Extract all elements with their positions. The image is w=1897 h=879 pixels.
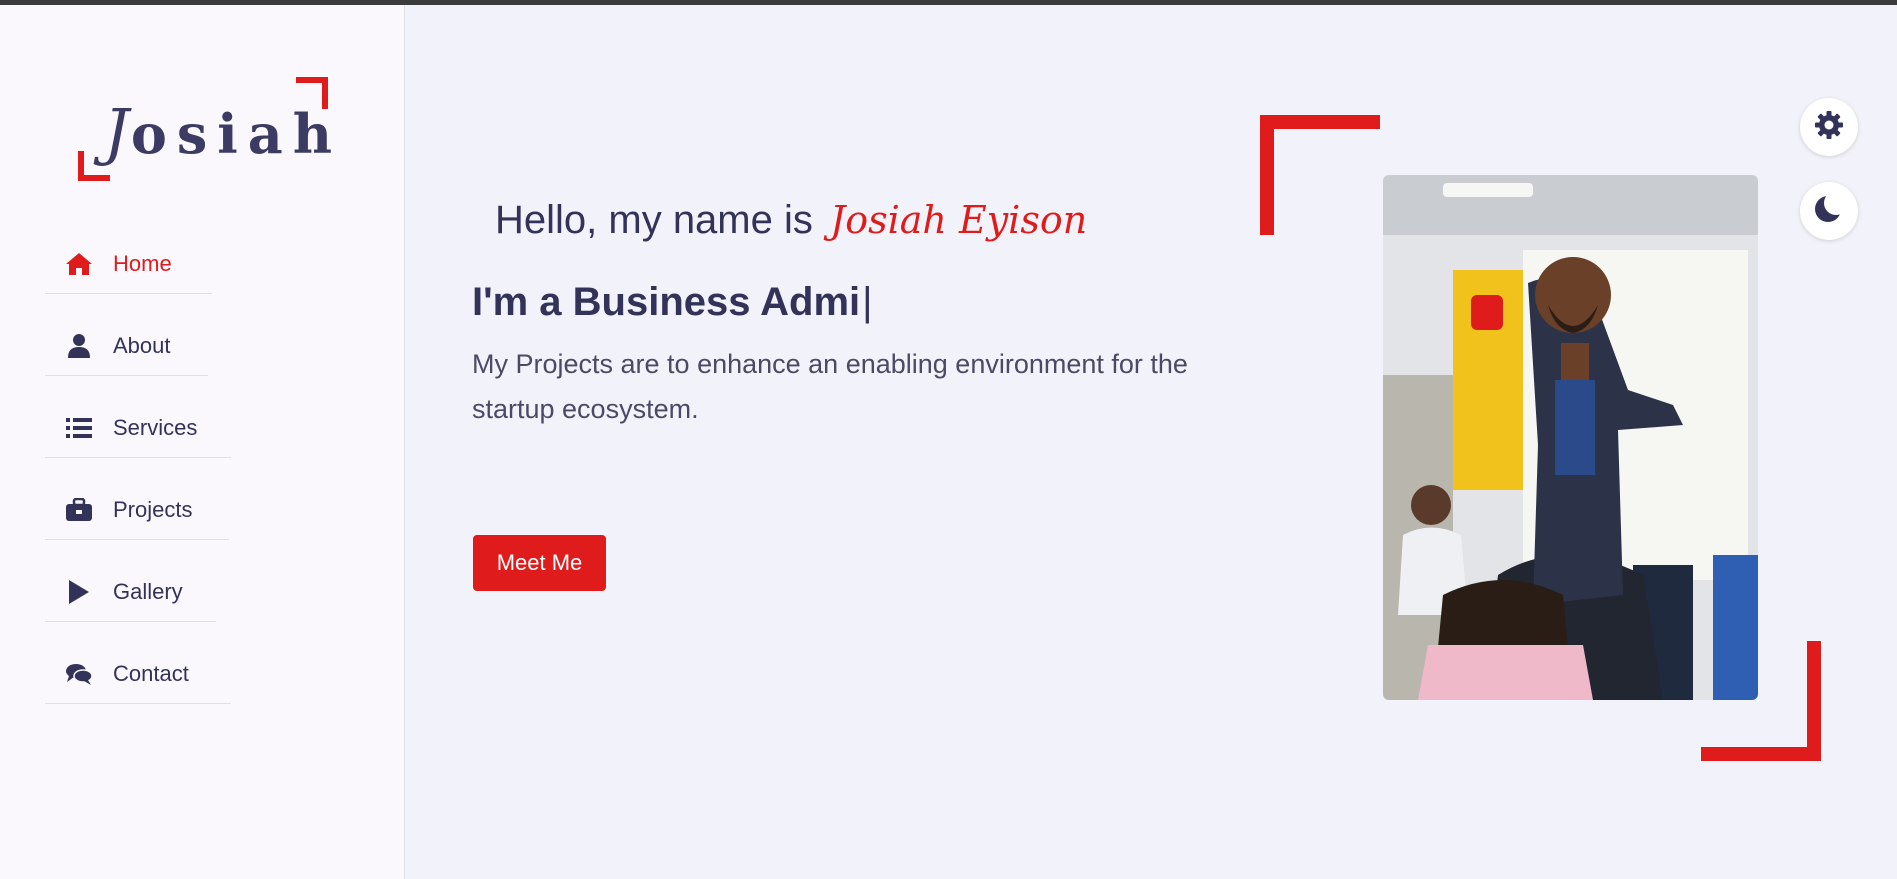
nav-item-label: Home — [113, 251, 172, 276]
moon-icon — [1814, 191, 1848, 228]
hero-greeting: Hello, my name is Josiah Eyison — [495, 198, 1087, 243]
nav-item-label: Services — [113, 415, 198, 440]
nav-item-home[interactable]: Home — [45, 235, 212, 294]
greeting-text: Hello, my name is — [495, 198, 813, 242]
nav-item-label: Projects — [113, 497, 193, 522]
typed-role: I'm a Business Admi| — [472, 280, 873, 325]
typed-role-text: I'm a Business Admi — [472, 280, 861, 324]
gear-icon — [1814, 110, 1844, 144]
home-icon — [65, 250, 93, 278]
play-icon — [65, 578, 93, 606]
list-icon — [65, 414, 93, 442]
nav-item-label: Contact — [113, 661, 189, 686]
nav-item-services[interactable]: Services — [45, 399, 231, 458]
logo-rest: osiah — [130, 102, 343, 166]
briefcase-icon — [65, 496, 93, 524]
nav-item-projects[interactable]: Projects — [45, 481, 229, 540]
nav-item-label: About — [113, 333, 171, 358]
user-icon — [65, 332, 93, 360]
logo-text: Josiah — [104, 95, 342, 168]
nav-item-label: Gallery — [113, 579, 183, 604]
profile-photo — [1383, 175, 1758, 700]
photo-frame-corner-top-left — [1260, 115, 1380, 235]
nav-item-contact[interactable]: Contact — [45, 645, 231, 704]
logo-initial: J — [104, 95, 131, 168]
site-logo[interactable]: Josiah — [78, 71, 332, 186]
sidebar: Josiah Home About Services Projects Gall… — [0, 5, 405, 879]
hero-name: Josiah Eyison — [830, 198, 1088, 242]
meet-me-button[interactable]: Meet Me — [473, 535, 606, 591]
hero-description: My Projects are to enhance an enabling e… — [472, 349, 1188, 424]
theme-toggle-button[interactable] — [1800, 182, 1858, 240]
typing-cursor: | — [862, 280, 873, 324]
settings-button[interactable] — [1800, 98, 1858, 156]
nav-item-gallery[interactable]: Gallery — [45, 563, 216, 622]
comments-icon — [65, 660, 93, 688]
nav-item-about[interactable]: About — [45, 317, 208, 376]
